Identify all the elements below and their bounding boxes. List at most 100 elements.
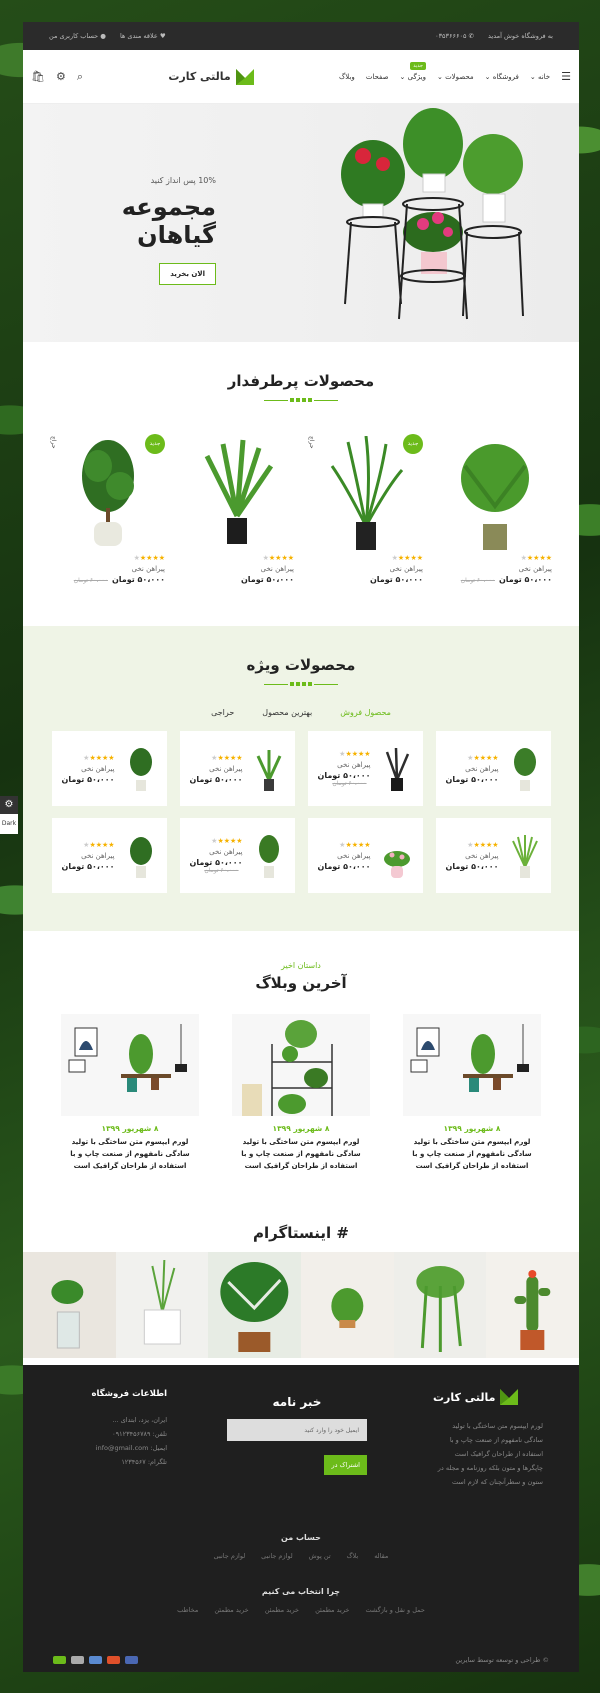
store-info-line: تلگرام: ۱۲۳۴۵۶۷ xyxy=(121,1458,167,1466)
account-links-title: حساب من xyxy=(281,1533,321,1542)
special-card[interactable]: ★★★★★ پیراهن نخی ۵۰،۰۰۰ تومان xyxy=(435,731,551,806)
footer-link[interactable]: خرید مطمئن xyxy=(315,1606,349,1614)
special-card[interactable]: ★★★★★ پیراهن نخی ۵۰،۰۰۰ تومان ۶۰،۰۰۰ تومان xyxy=(307,731,423,806)
footer-link[interactable]: لوازم جانبی xyxy=(261,1552,293,1560)
product-image[interactable] xyxy=(381,833,413,879)
nav-shop[interactable]: فروشگاه ⌄ xyxy=(485,73,519,81)
blog-post[interactable]: ۸ شهریور ۱۳۹۹ لورم ایپسوم متن ساختگی با … xyxy=(232,1014,370,1172)
nav-pages[interactable]: صفحات xyxy=(366,73,389,81)
menu-icon[interactable]: ☰ xyxy=(561,70,571,83)
special-card[interactable]: ★★★★★ پیراهن نخی ۵۰،۰۰۰ تومان xyxy=(51,731,167,806)
product-card[interactable]: جدید حراج ★★★★★ پیراهن نخی ۵۰،۰۰۰ تومان xyxy=(308,434,423,584)
dark-mode-toggle[interactable]: Dark xyxy=(0,814,18,834)
product-name: پیراهن نخی xyxy=(389,565,423,573)
product-image[interactable] xyxy=(381,746,413,792)
product-image[interactable] xyxy=(308,434,423,554)
search-icon[interactable]: ⌕ xyxy=(77,70,83,84)
blog-excerpt: لورم ایپسوم متن ساختگی با تولید سادگی نا… xyxy=(241,1138,361,1170)
tab-discount[interactable]: حراجی xyxy=(211,708,234,717)
nav-home[interactable]: خانه ⌄ xyxy=(530,73,550,81)
footer-link[interactable]: بلاگ xyxy=(347,1552,359,1560)
instagram-image[interactable] xyxy=(393,1252,487,1358)
instagram-section: # اینستاگرام xyxy=(23,1224,579,1365)
blog-image[interactable] xyxy=(232,1014,370,1116)
special-grid: ★★★★★ پیراهن نخی ۵۰،۰۰۰ تومان ★★★★★ پیراهن … xyxy=(23,731,579,893)
phone[interactable]: ✆ ۰۳۵۳۶۶۶۰۵ xyxy=(435,32,474,40)
product-name: پیراهن نخی xyxy=(518,565,552,573)
product-image[interactable] xyxy=(125,746,157,792)
tab-best-product[interactable]: بهترین محصول xyxy=(262,708,312,717)
rating-stars: ★★★★★ xyxy=(467,753,499,762)
account-link[interactable]: ● حساب کاربری من xyxy=(49,32,106,40)
store-info-title: اطلاعات فروشگاه xyxy=(91,1389,167,1399)
blog-image[interactable] xyxy=(61,1014,199,1116)
blog-image[interactable] xyxy=(403,1014,541,1116)
instagram-image[interactable] xyxy=(23,1252,116,1358)
blog-post[interactable]: ۸ شهریور ۱۳۹۹ لورم ایپسوم متن ساختگی با … xyxy=(403,1014,541,1172)
product-old-price: ۶۰،۰۰۰ تومان xyxy=(460,577,495,584)
user-icon: ● xyxy=(98,32,106,40)
new-badge: جدید xyxy=(410,61,426,70)
instagram-image[interactable] xyxy=(486,1252,579,1358)
footer-link[interactable]: خرید مطمئن xyxy=(214,1606,248,1614)
product-name: پیراهن نخی xyxy=(337,851,371,860)
footer-link[interactable]: خرید مطمئن xyxy=(265,1606,299,1614)
special-products-section: محصولات ویژه محصول فروش بهترین محصول حرا… xyxy=(23,626,579,931)
main-nav: ☰ خانه ⌄ فروشگاه ⌄ محصولات ⌄ جدید ویژگی ⌄… xyxy=(339,61,571,83)
special-card[interactable]: ★★★★★ پیراهن نخی ۵۰،۰۰۰ تومان xyxy=(435,818,551,893)
product-card[interactable]: جدید حراج ★★★★★ پیراهن نخی ۵۰،۰۰۰ تومان۶… xyxy=(50,434,165,584)
footer-link[interactable]: لوازم جانبی xyxy=(214,1552,246,1560)
instagram-image[interactable] xyxy=(115,1252,209,1358)
shop-now-button[interactable]: الان بخرید xyxy=(159,263,216,285)
product-name: پیراهن نخی xyxy=(209,764,243,773)
mastercard-icon xyxy=(107,1656,120,1664)
hero-title: مجموعه گیاهان xyxy=(121,193,216,249)
product-image[interactable] xyxy=(179,434,294,554)
product-price: ۵۰،۰۰۰ تومان xyxy=(317,861,371,871)
product-card[interactable]: ★★★★★ پیراهن نخی ۵۰،۰۰۰ تومان xyxy=(179,434,294,584)
nav-blog[interactable]: وبلاگ xyxy=(339,73,355,81)
gear-icon[interactable]: ⚙ xyxy=(0,796,18,814)
product-image[interactable] xyxy=(125,833,157,879)
cart-icon[interactable]: 🛍 xyxy=(31,70,45,84)
settings-icon[interactable]: ⚙ xyxy=(56,70,66,84)
special-card[interactable]: ★★★★★ پیراهن نخی ۵۰،۰۰۰ تومان ۶۰،۰۰۰ تومان xyxy=(179,818,295,893)
product-image[interactable] xyxy=(50,434,165,554)
footer-link[interactable]: حمل و نقل و بازگشت xyxy=(365,1606,424,1614)
blog-post[interactable]: ۸ شهریور ۱۳۹۹ لورم ایپسوم متن ساختگی با … xyxy=(61,1014,199,1172)
footer-link[interactable]: مقاله xyxy=(374,1552,388,1560)
product-image[interactable] xyxy=(509,746,541,792)
nav-products[interactable]: محصولات ⌄ xyxy=(437,73,474,81)
nav-features[interactable]: جدید ویژگی ⌄ xyxy=(400,61,426,81)
rating-stars: ★★★★★ xyxy=(211,837,243,845)
hero-subtitle: 10% پس انداز کنید xyxy=(150,176,216,185)
product-image[interactable] xyxy=(253,746,285,792)
newsletter-email-input[interactable]: ایمیل خود را وارد کنید xyxy=(227,1419,367,1441)
product-image[interactable] xyxy=(253,833,285,879)
special-card[interactable]: ★★★★★ پیراهن نخی ۵۰،۰۰۰ تومان xyxy=(307,818,423,893)
logo[interactable]: مالتی کارت xyxy=(168,68,254,85)
discover-icon xyxy=(53,1656,66,1664)
footer-link[interactable]: تن پوش xyxy=(309,1552,331,1560)
product-image[interactable] xyxy=(509,833,541,879)
copyright-text: © طراحی و توسعه توسط سایرین xyxy=(455,1656,549,1664)
rating-stars: ★★★★★ xyxy=(83,840,115,849)
product-price: ۵۰،۰۰۰ تومان xyxy=(317,771,371,780)
subscribe-button[interactable]: اشتراک در xyxy=(324,1455,367,1475)
rating-stars: ★★★★★ xyxy=(262,554,294,562)
special-card[interactable]: ★★★★★ پیراهن نخی ۵۰،۰۰۰ تومان xyxy=(51,818,167,893)
product-image[interactable] xyxy=(437,434,552,554)
wishlist-link[interactable]: ♥ علاقه مندی ها xyxy=(120,32,166,40)
special-card[interactable]: ★★★★★ پیراهن نخی ۵۰،۰۰۰ تومان xyxy=(179,731,295,806)
title-decoration xyxy=(23,682,579,686)
tab-sale-product[interactable]: محصول فروش xyxy=(340,708,391,717)
instagram-image[interactable] xyxy=(301,1252,394,1358)
footer-logo[interactable]: مالتی کارت xyxy=(433,1389,543,1405)
theme-widget[interactable]: ⚙ Dark xyxy=(0,796,18,834)
footer: مالتی کارت لورم ایپسوم متن ساختگی با تول… xyxy=(23,1365,579,1672)
product-old-price: ۶۰،۰۰۰ تومان xyxy=(332,780,367,787)
blog-section: داستان اخیر آخرین وبلاگ ۸ شهریور ۱۳۹۹ لو… xyxy=(23,931,579,1224)
instagram-image[interactable] xyxy=(208,1252,302,1358)
footer-link[interactable]: مخاطب xyxy=(177,1606,198,1614)
product-card[interactable]: ★★★★★ پیراهن نخی ۵۰،۰۰۰ تومان۶۰،۰۰۰ توما… xyxy=(437,434,552,584)
